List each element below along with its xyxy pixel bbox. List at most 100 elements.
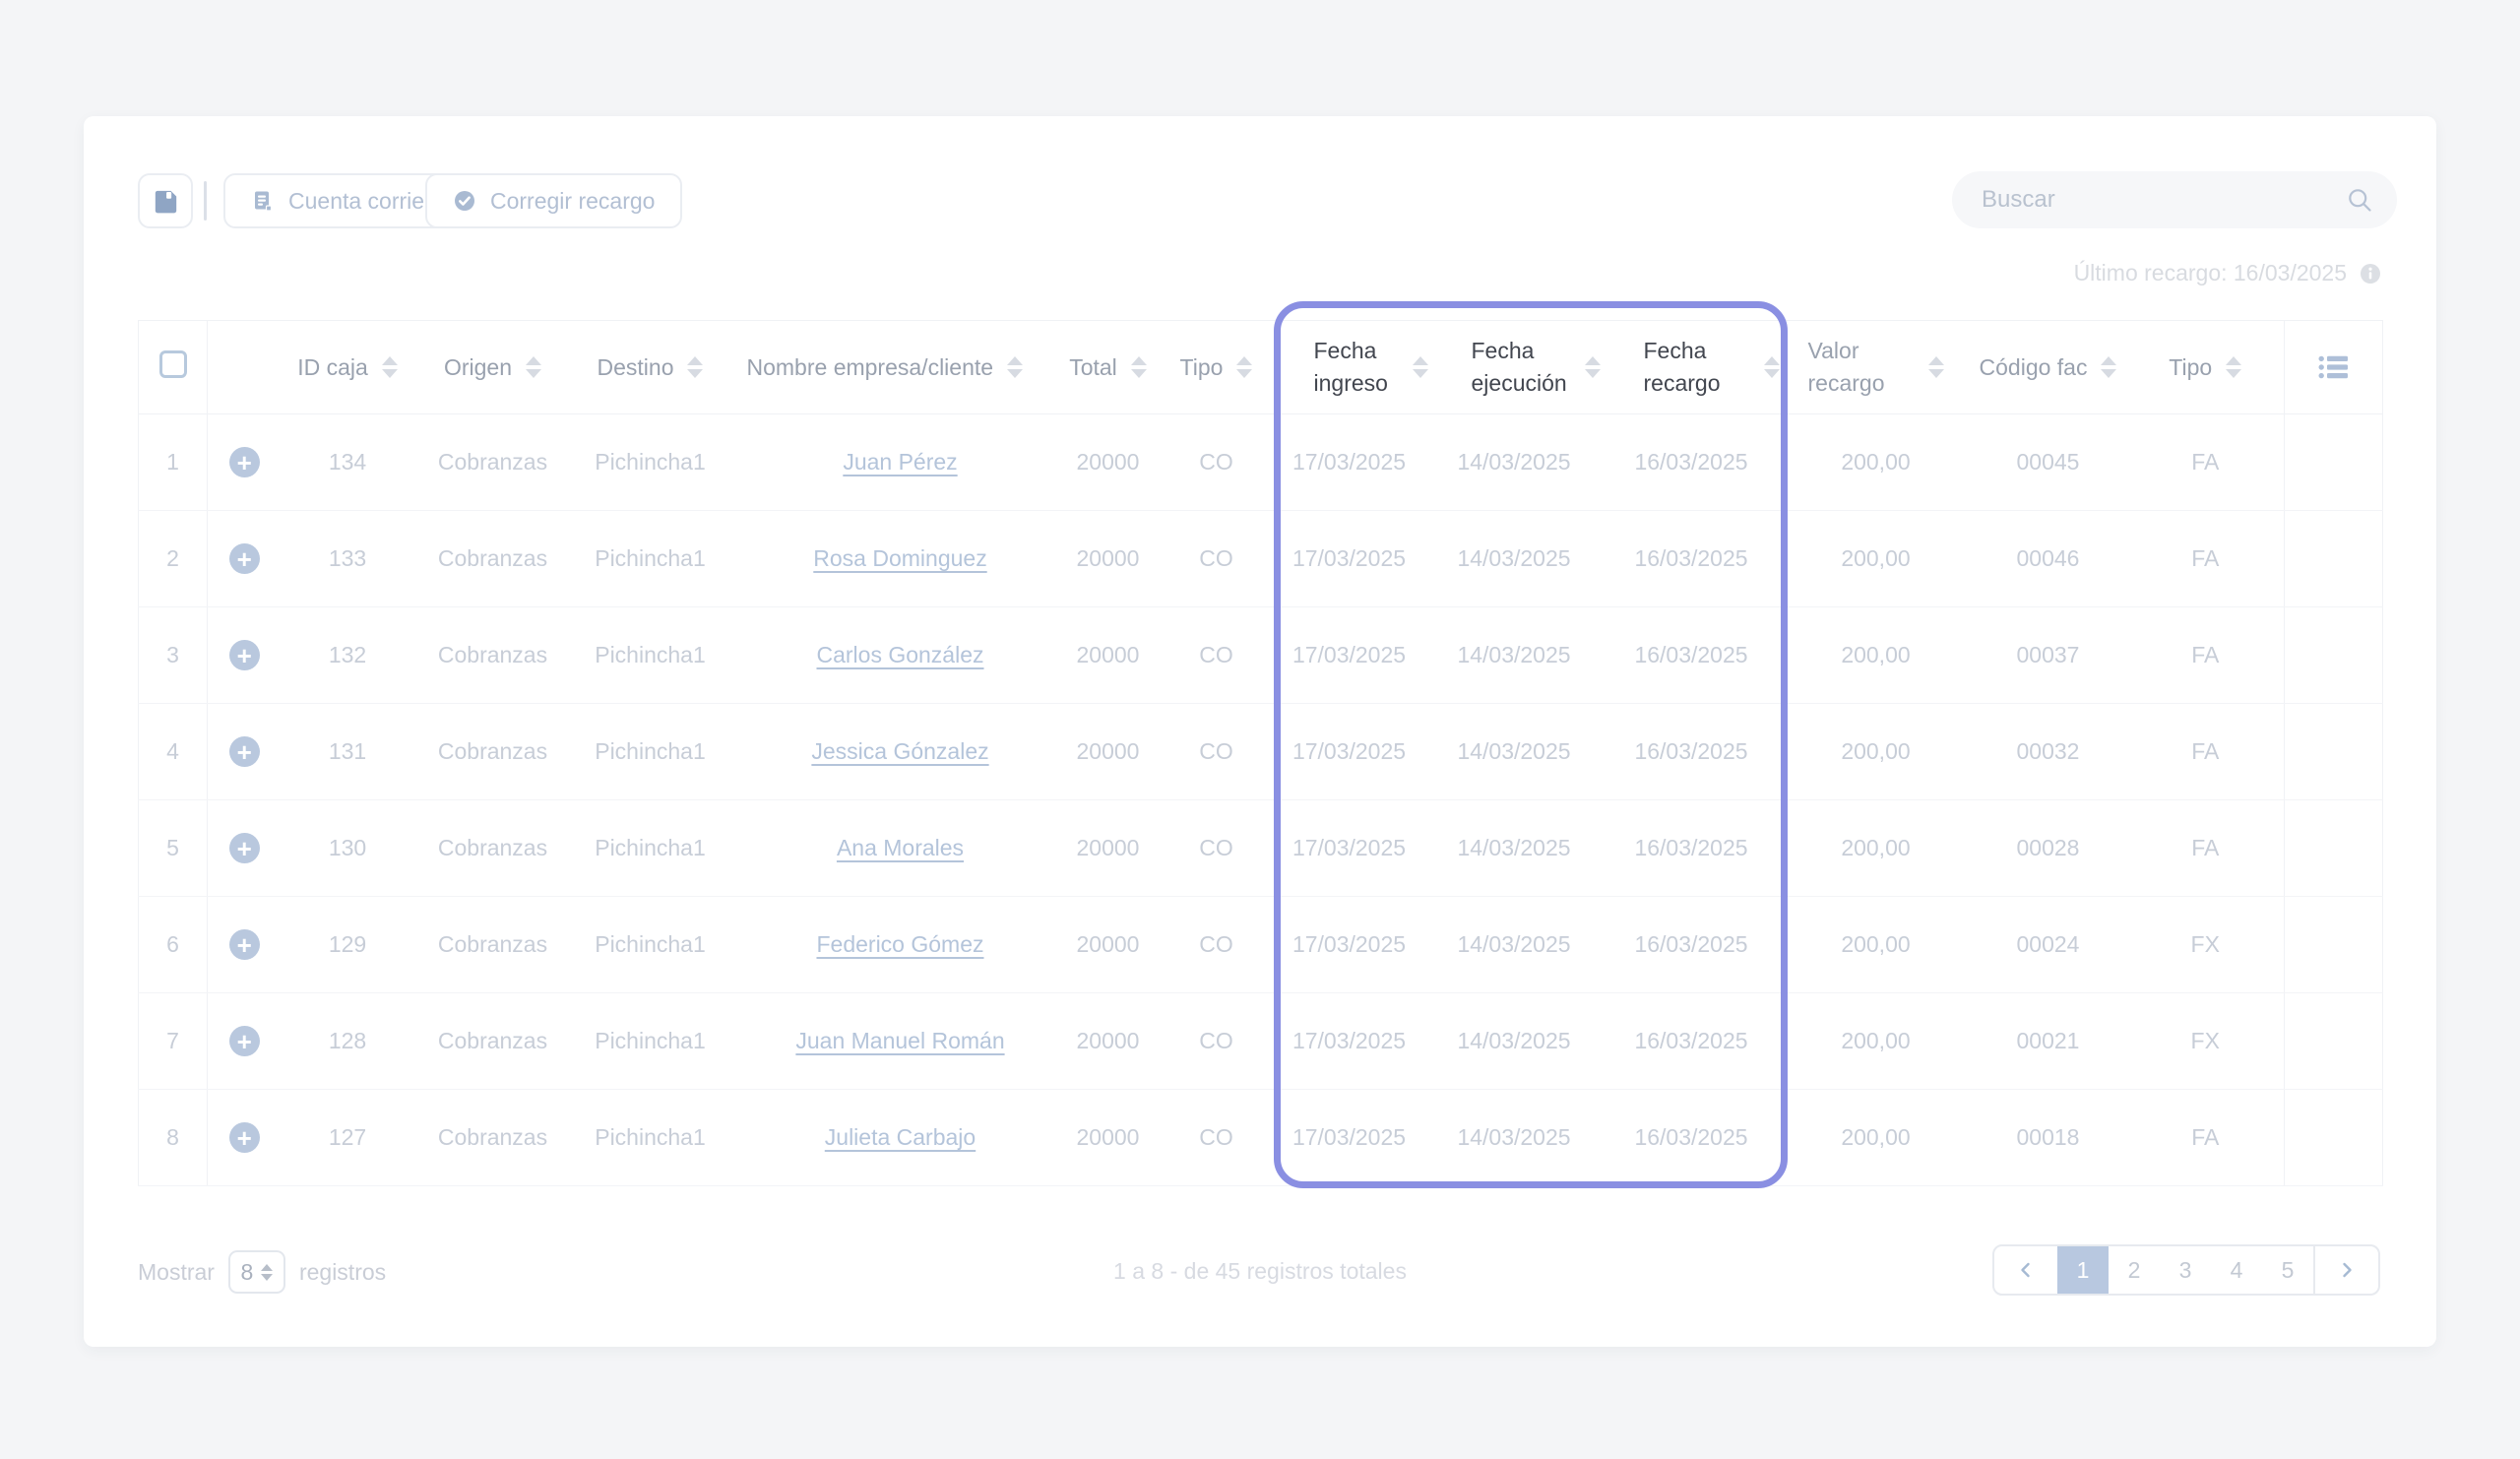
- search-icon[interactable]: [2346, 186, 2373, 214]
- table-row: 6+129CobranzasPichincha1Federico Gómez20…: [139, 897, 2383, 993]
- cell-origen: Cobranzas: [414, 704, 572, 800]
- cell-nombre: Ana Morales: [729, 800, 1054, 897]
- pagination: 12345: [1992, 1244, 2380, 1296]
- cell-tipo-factura: FA: [2127, 1090, 2285, 1186]
- sort-icon[interactable]: [687, 356, 703, 378]
- col-destino[interactable]: Destino: [572, 321, 729, 414]
- corregir-recargo-button[interactable]: Corregir recargo: [425, 173, 682, 228]
- main-card: Cuenta corriente Corregir recargo Último…: [84, 116, 2436, 1347]
- col-total[interactable]: Total: [1054, 321, 1163, 414]
- cell-tipo: CO: [1163, 414, 1271, 511]
- cell-origen: Cobranzas: [414, 800, 572, 897]
- cell-nombre: Julieta Carbajo: [729, 1090, 1054, 1186]
- cell-actions: [2285, 511, 2383, 607]
- cell-total: 20000: [1054, 800, 1163, 897]
- plus-icon[interactable]: +: [229, 640, 260, 670]
- cell-codigo-fac: 00045: [1970, 414, 2127, 511]
- col-valor-recargo[interactable]: Valor recargo: [1783, 321, 1970, 414]
- sort-icon[interactable]: [1413, 356, 1428, 378]
- list-icon[interactable]: [2285, 354, 2382, 380]
- row-number: 6: [139, 897, 208, 993]
- page-size-select[interactable]: 8: [228, 1250, 285, 1294]
- search-input[interactable]: [1982, 186, 2346, 214]
- sort-icon[interactable]: [2226, 356, 2241, 378]
- cell-destino: Pichincha1: [572, 511, 729, 607]
- client-link[interactable]: Julieta Carbajo: [825, 1124, 976, 1150]
- client-link[interactable]: Juan Pérez: [843, 449, 957, 475]
- cell-total: 20000: [1054, 1090, 1163, 1186]
- cell-fecha-ejecucion: 14/03/2025: [1428, 414, 1601, 511]
- next-page-button[interactable]: [2315, 1246, 2378, 1294]
- plus-icon[interactable]: +: [229, 447, 260, 477]
- sort-icon[interactable]: [526, 356, 541, 378]
- expand-cell: +: [208, 1090, 282, 1186]
- col-origen[interactable]: Origen: [414, 321, 572, 414]
- sort-icon[interactable]: [382, 356, 398, 378]
- expand-cell: +: [208, 607, 282, 704]
- cell-actions: [2285, 993, 2383, 1090]
- row-number: 7: [139, 993, 208, 1090]
- cell-fecha-ingreso: 17/03/2025: [1271, 1090, 1428, 1186]
- cell-valor-recargo: 200,00: [1783, 414, 1970, 511]
- col-tipo[interactable]: Tipo: [1163, 321, 1271, 414]
- sort-icon[interactable]: [1928, 356, 1944, 378]
- sort-icon[interactable]: [2101, 356, 2116, 378]
- cell-origen: Cobranzas: [414, 993, 572, 1090]
- cell-fecha-ingreso: 17/03/2025: [1271, 511, 1428, 607]
- client-link[interactable]: Jessica Gónzalez: [811, 738, 988, 764]
- cell-codigo-fac: 00046: [1970, 511, 2127, 607]
- sort-icon[interactable]: [1585, 356, 1601, 378]
- col-nombre[interactable]: Nombre empresa/cliente: [729, 321, 1054, 414]
- sort-icon[interactable]: [1236, 356, 1252, 378]
- stepper-icon[interactable]: [261, 1264, 273, 1281]
- cell-fecha-ejecucion: 14/03/2025: [1428, 607, 1601, 704]
- expand-cell: +: [208, 414, 282, 511]
- cell-tipo: CO: [1163, 704, 1271, 800]
- sort-icon[interactable]: [1764, 356, 1780, 378]
- col-fecha-ingreso[interactable]: Fecha ingreso: [1271, 321, 1428, 414]
- col-fecha-ejecucion[interactable]: Fecha ejecución: [1428, 321, 1601, 414]
- plus-icon[interactable]: +: [229, 929, 260, 960]
- page-button-1[interactable]: 1: [2057, 1246, 2109, 1294]
- page-button-3[interactable]: 3: [2160, 1246, 2211, 1294]
- cell-destino: Pichincha1: [572, 993, 729, 1090]
- page-button-5[interactable]: 5: [2262, 1246, 2313, 1294]
- page-button-4[interactable]: 4: [2211, 1246, 2262, 1294]
- cell-origen: Cobranzas: [414, 897, 572, 993]
- select-all-checkbox[interactable]: [159, 350, 187, 378]
- save-button[interactable]: [138, 173, 193, 228]
- client-link[interactable]: Federico Gómez: [816, 931, 983, 957]
- toolbar-divider: [204, 181, 207, 221]
- sort-icon[interactable]: [1007, 356, 1023, 378]
- page-size-control: Mostrar 8 registros: [138, 1250, 386, 1294]
- pagination-pages: 12345: [2057, 1246, 2313, 1294]
- client-link[interactable]: Ana Morales: [837, 835, 964, 860]
- plus-icon[interactable]: +: [229, 833, 260, 863]
- cell-origen: Cobranzas: [414, 511, 572, 607]
- col-id-caja[interactable]: ID caja: [282, 321, 414, 414]
- sort-icon[interactable]: [1131, 356, 1147, 378]
- cell-fecha-recargo: 16/03/2025: [1601, 897, 1783, 993]
- plus-icon[interactable]: +: [229, 1026, 260, 1056]
- client-link[interactable]: Rosa Dominguez: [813, 545, 986, 571]
- col-tipo-factura[interactable]: Tipo: [2127, 321, 2285, 414]
- plus-icon[interactable]: +: [229, 1122, 260, 1153]
- cell-fecha-recargo: 16/03/2025: [1601, 993, 1783, 1090]
- client-link[interactable]: Juan Manuel Román: [795, 1028, 1004, 1053]
- plus-icon[interactable]: +: [229, 543, 260, 574]
- col-fecha-recargo[interactable]: Fecha recargo: [1601, 321, 1783, 414]
- cell-origen: Cobranzas: [414, 1090, 572, 1186]
- client-link[interactable]: Carlos González: [816, 642, 983, 667]
- expand-cell: +: [208, 704, 282, 800]
- records-range-text: 1 a 8 - de 45 registros totales: [1113, 1258, 1407, 1285]
- cell-id-caja: 129: [282, 897, 414, 993]
- cell-total: 20000: [1054, 704, 1163, 800]
- cell-id-caja: 130: [282, 800, 414, 897]
- cell-valor-recargo: 200,00: [1783, 1090, 1970, 1186]
- page-button-2[interactable]: 2: [2109, 1246, 2160, 1294]
- info-icon[interactable]: [2359, 262, 2382, 285]
- prev-page-button[interactable]: [1994, 1246, 2057, 1294]
- col-codigo-fac[interactable]: Código fac: [1970, 321, 2127, 414]
- cell-destino: Pichincha1: [572, 704, 729, 800]
- plus-icon[interactable]: +: [229, 736, 260, 767]
